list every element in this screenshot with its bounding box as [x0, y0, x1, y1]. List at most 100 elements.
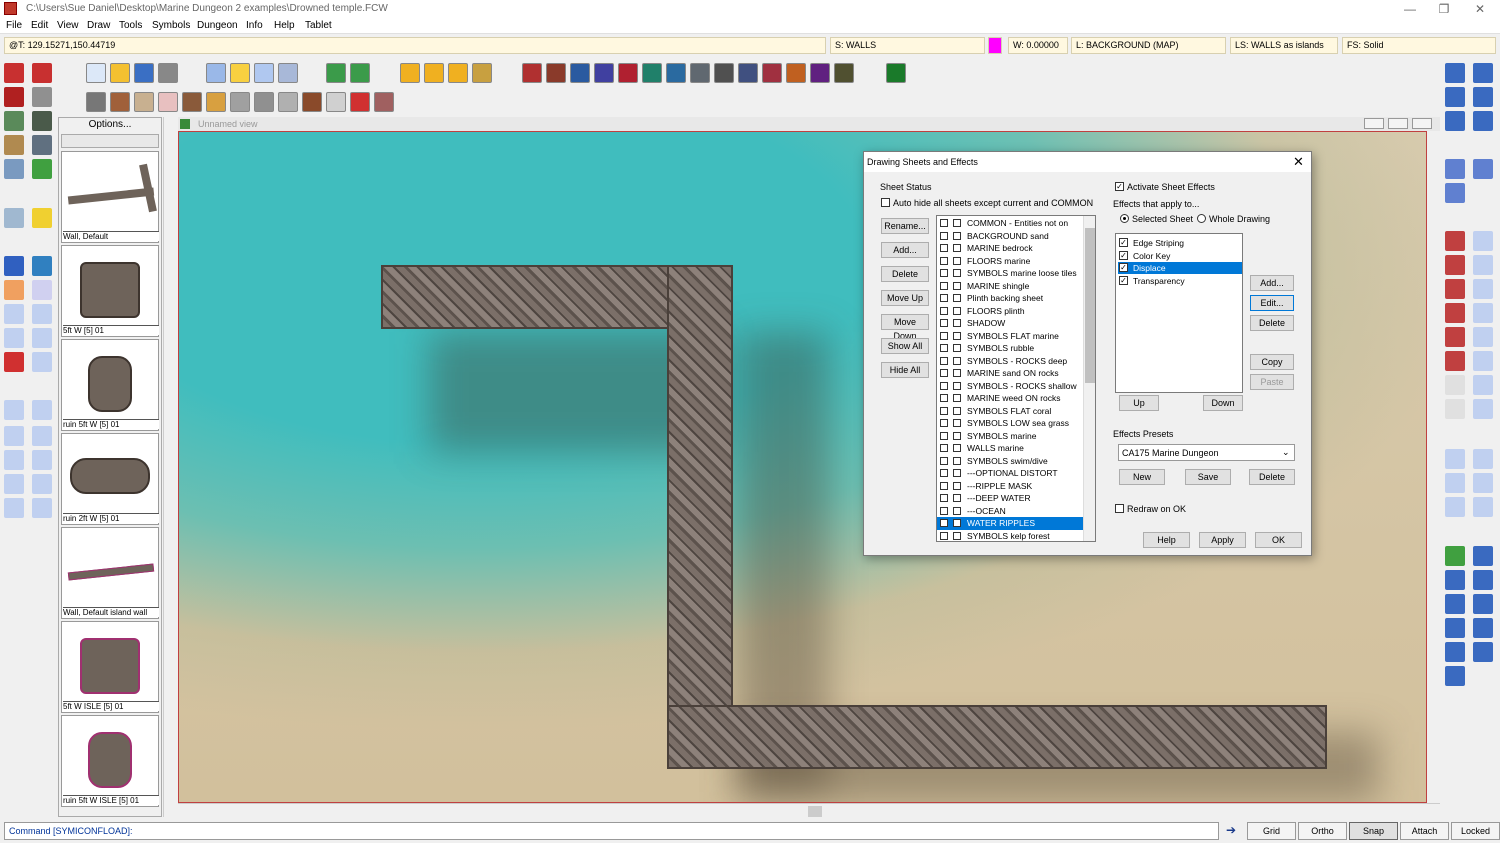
scale-icon[interactable]	[32, 426, 52, 446]
menu-file[interactable]: File	[6, 20, 22, 31]
import-icon[interactable]	[326, 63, 346, 83]
preset-dropdown[interactable]: CA175 Marine Dungeon ⌄	[1118, 444, 1295, 461]
sheet-visible-checkbox[interactable]	[940, 444, 948, 452]
view-horizontal-scrollbar[interactable]	[178, 803, 1440, 819]
eyedropper-icon[interactable]	[32, 256, 52, 276]
zoom-in-icon[interactable]	[1473, 63, 1493, 83]
align-icon[interactable]	[32, 450, 52, 470]
view-vertical-scrollbar[interactable]	[1427, 131, 1440, 803]
sheet-lock-checkbox[interactable]	[953, 419, 961, 427]
midpoint-icon[interactable]	[1473, 449, 1493, 469]
new-icon[interactable]	[86, 63, 106, 83]
perpendicular-icon[interactable]	[1445, 497, 1465, 517]
text-edit-icon[interactable]	[32, 400, 52, 420]
arc-icon[interactable]	[1445, 279, 1465, 299]
sheet-row[interactable]: COMMON - Entities not on	[937, 217, 1083, 230]
view-restore-button[interactable]	[1388, 118, 1408, 129]
effect-up-button[interactable]: Up	[1119, 395, 1159, 411]
symbol-wall-default[interactable]: Wall, Default	[61, 151, 159, 243]
catalog-icon[interactable]	[400, 63, 420, 83]
break-icon[interactable]	[4, 498, 24, 518]
rename-button[interactable]: Rename...	[881, 218, 929, 234]
explode-icon[interactable]	[4, 426, 24, 446]
sheet-visible-checkbox[interactable]	[940, 519, 948, 527]
array-icon[interactable]	[32, 304, 52, 324]
effect-down-button[interactable]: Down	[1203, 395, 1243, 411]
command-arrow-icon[interactable]: ➔	[1226, 823, 1246, 839]
sheet-lock-checkbox[interactable]	[953, 256, 961, 265]
square-icon[interactable]	[1473, 570, 1493, 590]
sheet-lock-checkbox[interactable]	[953, 306, 961, 315]
zoom-symbol-icon[interactable]	[4, 208, 24, 228]
sheet-row[interactable]: SYMBOLS FLAT coral	[937, 405, 1083, 418]
sheet-row[interactable]: Plinth backing sheet	[937, 292, 1083, 305]
delete-sheet-button[interactable]: Delete	[881, 266, 929, 282]
menu-symbols[interactable]: Symbols	[152, 20, 190, 31]
ellipse-icon[interactable]	[1473, 303, 1493, 323]
effect-row[interactable]: ✓ Displace	[1118, 262, 1242, 274]
catalog-13-icon[interactable]	[810, 63, 830, 83]
mirror-icon[interactable]	[32, 328, 52, 348]
hide-all-button[interactable]: Hide All	[881, 362, 929, 378]
sheet-lock-checkbox[interactable]	[953, 394, 961, 402]
symbol-insert-icon[interactable]	[1473, 375, 1493, 395]
effect-row[interactable]: ✓ Edge Striping	[1118, 237, 1242, 249]
radio-whole-drawing[interactable]	[1197, 214, 1206, 223]
paste-effect-button[interactable]: Paste	[1250, 374, 1294, 390]
add-sheet-button[interactable]: Add...	[881, 242, 929, 258]
tangent-icon[interactable]	[1473, 546, 1493, 566]
bend-icon[interactable]	[1445, 594, 1465, 614]
show-all-button[interactable]: Show All	[881, 338, 929, 354]
sheet-row[interactable]: ---OCEAN	[937, 505, 1083, 518]
menu-dungeon[interactable]: Dungeon	[197, 20, 238, 31]
target-icon[interactable]	[1473, 594, 1493, 614]
rotate-icon[interactable]	[4, 450, 24, 470]
number-icon[interactable]	[1445, 375, 1465, 395]
menu-view[interactable]: View	[57, 20, 79, 31]
gear-icon[interactable]	[254, 92, 274, 112]
ortho-toggle[interactable]: Ortho	[1298, 822, 1347, 840]
sheet-row[interactable]: SYMBOLS marine	[937, 430, 1083, 443]
sheet-visible-checkbox[interactable]	[940, 294, 948, 302]
sheet-lock-checkbox[interactable]	[953, 269, 961, 277]
catalog-5-icon[interactable]	[618, 63, 638, 83]
locked-toggle[interactable]: Locked	[1451, 822, 1500, 840]
sheet-visible-checkbox[interactable]	[940, 481, 948, 490]
layer-field[interactable]: L: BACKGROUND (MAP)	[1071, 37, 1226, 54]
grid-tools-icon[interactable]	[32, 87, 52, 107]
save-icon[interactable]	[134, 63, 154, 83]
catalog-6-icon[interactable]	[642, 63, 662, 83]
export-icon[interactable]	[350, 63, 370, 83]
radio-selected-sheet[interactable]	[1120, 214, 1129, 223]
symbol-panel-tabs[interactable]	[61, 134, 159, 148]
map-tools-icon[interactable]	[4, 111, 24, 131]
sheet-lock-checkbox[interactable]	[953, 381, 961, 390]
sheet-lock-checkbox[interactable]	[953, 531, 961, 540]
move-down-button[interactable]: Move Down	[881, 314, 929, 341]
edit-effect-button[interactable]: Edit...	[1250, 295, 1294, 311]
symbol-ruin-5ft[interactable]: ruin 5ft W [5] 01	[61, 339, 159, 431]
sheet-row[interactable]: SYMBOLS marine loose tiles	[937, 267, 1083, 280]
sheet-row[interactable]: FLOORS marine	[937, 255, 1083, 268]
scroll-thumb[interactable]	[1085, 228, 1095, 383]
sheet-row[interactable]: BACKGROUND sand	[937, 230, 1083, 243]
sheet-lock-checkbox[interactable]	[953, 281, 961, 290]
pen-icon[interactable]	[326, 92, 346, 112]
sheet-visible-checkbox[interactable]	[940, 319, 948, 327]
sheet-visible-checkbox[interactable]	[940, 269, 948, 277]
sheet-visible-checkbox[interactable]	[940, 419, 948, 427]
sheet-lock-checkbox[interactable]	[953, 494, 961, 502]
sheet-lock-checkbox[interactable]	[953, 506, 961, 515]
activate-effects-checkbox[interactable]: ✓	[1115, 182, 1124, 191]
sheet-row[interactable]: SYMBOLS kelp forest	[937, 530, 1083, 542]
sheet-lock-checkbox[interactable]	[953, 344, 961, 352]
catalog-3-icon[interactable]	[570, 63, 590, 83]
grid-toggle[interactable]: Grid	[1247, 822, 1296, 840]
zoom-extents-icon[interactable]	[1445, 87, 1465, 107]
sheet-row[interactable]: WALLS marine	[937, 442, 1083, 455]
terrain-icon[interactable]	[32, 111, 52, 131]
menu-tools[interactable]: Tools	[119, 20, 142, 31]
sheet-lock-checkbox[interactable]	[953, 369, 961, 377]
symbol-prev-icon[interactable]	[424, 63, 444, 83]
cross-icon[interactable]	[230, 92, 250, 112]
